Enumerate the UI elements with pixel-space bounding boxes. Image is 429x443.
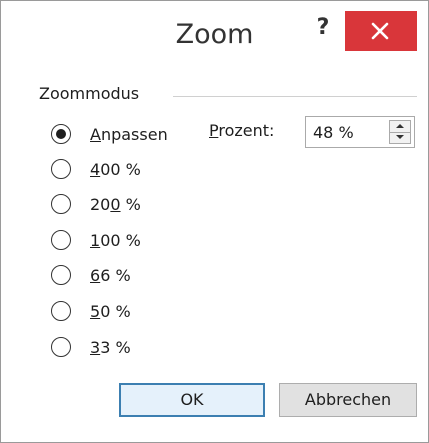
radio-400[interactable]: 400 % (51, 156, 141, 182)
radio-33[interactable]: 33 % (51, 334, 131, 360)
close-icon (371, 22, 389, 40)
cancel-button[interactable]: Abbrechen (279, 383, 417, 417)
prozent-value[interactable]: 48 % (313, 123, 354, 142)
radio-anpassen[interactable]: Anpassen (51, 121, 168, 147)
arrow-down-icon (396, 135, 404, 139)
radio-66[interactable]: 66 % (51, 262, 131, 288)
radio-label: 50 % (90, 301, 131, 321)
radio-indicator[interactable] (51, 265, 71, 285)
radio-label: 400 % (90, 159, 141, 179)
arrow-up-icon (396, 124, 404, 128)
radio-indicator[interactable] (51, 159, 71, 179)
ok-button[interactable]: OK (119, 383, 265, 417)
zoom-dialog: Zoom ? Zoommodus Anpassen 400 % 200 % 10… (0, 0, 429, 443)
radio-indicator[interactable] (51, 301, 71, 321)
spin-down-button[interactable] (390, 132, 410, 143)
group-divider (173, 96, 417, 97)
radio-indicator[interactable] (51, 124, 71, 144)
radio-label: 33 % (90, 337, 131, 357)
zoommodus-group-label: Zoommodus (39, 84, 140, 103)
prozent-label: Prozent: (209, 121, 275, 140)
radio-50[interactable]: 50 % (51, 298, 131, 324)
spin-buttons (389, 120, 411, 144)
help-button[interactable]: ? (306, 11, 340, 45)
radio-indicator[interactable] (51, 194, 71, 214)
radio-100[interactable]: 100 % (51, 227, 141, 253)
radio-label: 100 % (90, 230, 141, 250)
radio-label: 66 % (90, 265, 131, 285)
prozent-spinbox[interactable]: 48 % (305, 116, 415, 148)
radio-label: Anpassen (90, 124, 168, 144)
close-button[interactable] (345, 11, 417, 51)
title-bar: Zoom ? (1, 1, 428, 79)
radio-indicator[interactable] (51, 337, 71, 357)
radio-label: 200 % (90, 194, 141, 214)
radio-indicator[interactable] (51, 230, 71, 250)
radio-200[interactable]: 200 % (51, 191, 141, 217)
